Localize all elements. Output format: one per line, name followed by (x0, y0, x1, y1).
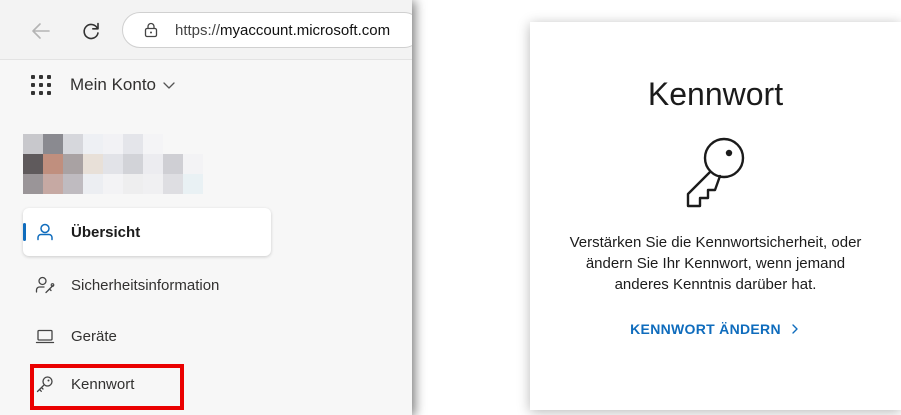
change-password-label: KENNWORT ÄNDERN (630, 321, 781, 337)
laptop-icon (35, 329, 55, 344)
avatar[interactable] (23, 134, 203, 194)
password-card: Kennwort Verstärken Sie die Kennwortsich… (530, 22, 901, 410)
browser-toolbar: https://myaccount.microsoft.com (0, 0, 412, 60)
sidebar-item-label: Übersicht (71, 223, 141, 241)
app-title: Mein Konto (70, 75, 156, 94)
description-line: Verstärken Sie die Kennwortsicherheit, o… (569, 234, 862, 251)
lock-icon (144, 22, 158, 38)
sidebar-item-security-info[interactable]: Sicherheitsinformation (23, 261, 271, 309)
chevron-right-icon (792, 324, 798, 334)
address-bar[interactable]: https://myaccount.microsoft.com (122, 12, 412, 48)
change-password-link[interactable]: KENNWORT ÄNDERN (530, 321, 901, 337)
card-title: Kennwort (647, 76, 784, 112)
sidebar-item-devices[interactable]: Geräte (23, 312, 271, 360)
reload-icon[interactable] (80, 20, 102, 42)
sidebar-item-label: Kennwort (71, 375, 135, 393)
description-line: ändern Sie Ihr Kennwort, wenn jemand (585, 255, 846, 272)
sidebar-item-label: Geräte (71, 327, 117, 345)
url-scheme: https:// (175, 21, 221, 39)
sidebar: Übersicht Sicherheitsinformation Geräte (0, 114, 412, 415)
app-header: Mein Konto (0, 60, 412, 114)
description-line: anderes Kenntnis darüber hat. (614, 276, 817, 293)
screenshot-stage: https://myaccount.microsoft.com Mein Kon… (0, 0, 901, 415)
app-launcher-icon[interactable] (30, 74, 52, 96)
chevron-down-icon (163, 82, 175, 89)
person-icon (37, 223, 53, 241)
app-title-menu[interactable]: Mein Konto (70, 75, 176, 95)
back-arrow-icon[interactable] (30, 20, 52, 42)
url-host: myaccount.microsoft.com (220, 21, 391, 39)
person-key-icon (35, 276, 55, 294)
key-icon (686, 137, 745, 208)
card-description: Verstärken Sie die Kennwortsicherheit, o… (530, 232, 901, 295)
account-window: https://myaccount.microsoft.com Mein Kon… (0, 0, 412, 415)
sidebar-item-label: Sicherheitsinformation (71, 276, 220, 294)
key-icon (36, 376, 53, 393)
sidebar-item-password[interactable]: Kennwort (23, 360, 271, 408)
sidebar-item-overview[interactable]: Übersicht (23, 208, 271, 256)
